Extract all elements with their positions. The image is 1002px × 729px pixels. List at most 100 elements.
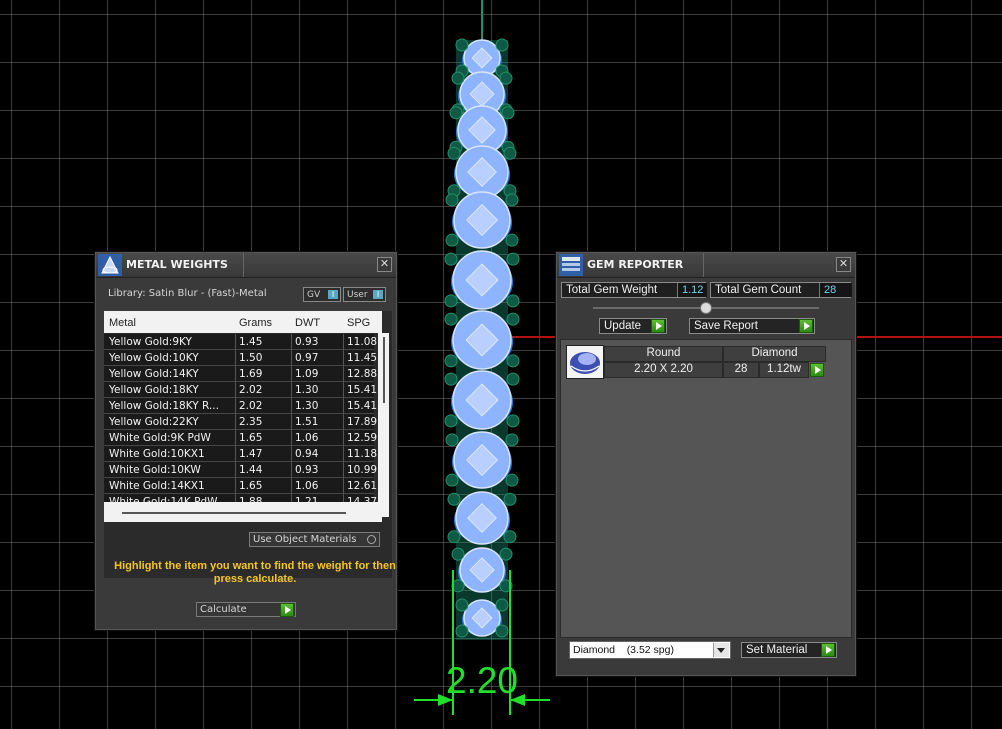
vertical-scrollbar[interactable] bbox=[378, 333, 389, 517]
table-row[interactable]: Yellow Gold:18KY R... 2.02 1.30 15.41 bbox=[104, 398, 377, 414]
cell-separator bbox=[343, 334, 344, 350]
cell-separator bbox=[291, 414, 292, 430]
prong bbox=[505, 433, 519, 447]
horizontal-scrollbar[interactable] bbox=[104, 502, 382, 522]
user-toggle-label: User bbox=[347, 290, 368, 300]
col-grams[interactable]: Grams bbox=[239, 317, 272, 329]
prong bbox=[506, 414, 520, 428]
prong bbox=[506, 294, 520, 308]
gem-reporter-icon bbox=[559, 254, 583, 276]
cell-dwt: 0.97 bbox=[295, 352, 319, 364]
panel-title: GEM REPORTER bbox=[587, 258, 684, 271]
prong bbox=[499, 547, 513, 561]
cell-spg: 11.45 bbox=[347, 352, 377, 364]
material-select-value: Diamond (3.52 spg) bbox=[573, 644, 674, 656]
col-spg[interactable]: SPG bbox=[347, 317, 370, 329]
metal-weights-titlebar[interactable]: METAL WEIGHTS bbox=[96, 253, 396, 278]
cell-separator bbox=[343, 446, 344, 462]
cell-spg: 11.08 bbox=[347, 336, 377, 348]
prong bbox=[503, 492, 517, 506]
cell-spg: 15.41 bbox=[347, 384, 377, 396]
cell-metal: Yellow Gold:14KY bbox=[109, 368, 199, 380]
splitter-handle-icon[interactable] bbox=[700, 302, 712, 314]
col-metal[interactable]: Metal bbox=[109, 317, 136, 329]
cell-grams: 2.02 bbox=[239, 400, 263, 412]
cell-separator bbox=[343, 414, 344, 430]
cell-separator bbox=[291, 382, 292, 398]
cell-dwt: 1.06 bbox=[295, 480, 319, 492]
cell-separator bbox=[343, 350, 344, 366]
set-material-button[interactable]: Set Material bbox=[741, 642, 837, 658]
gem-shape: Round bbox=[646, 347, 681, 359]
use-object-materials-label: Use Object Materials bbox=[253, 534, 357, 545]
prong bbox=[449, 106, 463, 120]
total-gem-count: Total Gem Count 28 bbox=[710, 282, 852, 298]
update-button[interactable]: Update bbox=[599, 318, 667, 334]
cell-separator bbox=[235, 334, 236, 350]
prong bbox=[501, 106, 515, 120]
cell-dwt: 1.09 bbox=[295, 368, 319, 380]
table-row[interactable]: Yellow Gold:10KY 1.50 0.97 11.45 bbox=[104, 350, 377, 366]
prong bbox=[499, 71, 513, 85]
gem-material: Diamond bbox=[751, 347, 798, 359]
user-toggle[interactable]: User I bbox=[343, 287, 386, 302]
play-arrow-icon bbox=[821, 643, 835, 657]
update-label: Update bbox=[604, 320, 642, 332]
cell-spg: 12.88 bbox=[347, 368, 377, 380]
cell-dwt: 1.30 bbox=[295, 400, 319, 412]
cell-spg: 15.41 bbox=[347, 400, 377, 412]
cell-separator bbox=[235, 398, 236, 414]
save-report-button[interactable]: Save Report bbox=[689, 318, 815, 334]
table-row[interactable]: Yellow Gold:14KY 1.69 1.09 12.88 bbox=[104, 366, 377, 382]
library-label: Library: Satin Blur - (Fast)-Metal bbox=[108, 288, 267, 299]
cell-metal: Yellow Gold:18KY R... bbox=[109, 400, 219, 412]
prong bbox=[451, 547, 465, 561]
table-row[interactable]: Yellow Gold:9KY 1.45 0.93 11.08 bbox=[104, 334, 377, 350]
table-row[interactable]: White Gold:14KX1 1.65 1.06 12.61 bbox=[104, 478, 377, 494]
gem-reporter-titlebar[interactable]: GEM REPORTER bbox=[557, 253, 855, 278]
dimension-label: 2.20 bbox=[446, 660, 519, 701]
prong bbox=[455, 38, 469, 52]
cell-grams: 2.35 bbox=[239, 416, 263, 428]
cell-metal: Yellow Gold:18KY bbox=[109, 384, 199, 396]
prong bbox=[445, 433, 459, 447]
total-gem-weight-value: 1.12 bbox=[677, 283, 708, 297]
gv-toggle[interactable]: GV I bbox=[303, 287, 341, 302]
cell-separator bbox=[291, 398, 292, 414]
horizontal-scroll-thumb[interactable] bbox=[122, 512, 346, 514]
cell-separator bbox=[343, 382, 344, 398]
prong bbox=[495, 38, 509, 52]
cell-spg: 12.59 bbox=[347, 432, 377, 444]
cell-spg: 11.18 bbox=[347, 448, 377, 460]
prong bbox=[505, 473, 519, 487]
gem-reporter-panel: GEM REPORTER Total Gem Weight 1.12 Total… bbox=[556, 252, 856, 676]
col-dwt[interactable]: DWT bbox=[295, 317, 320, 329]
chevron-down-icon[interactable] bbox=[713, 643, 729, 657]
table-row[interactable]: White Gold:10KW 1.44 0.93 10.99 bbox=[104, 462, 377, 478]
gem-list[interactable]: Round Diamond 2.20 X 2.20 28 1.12tw bbox=[560, 339, 852, 638]
gem-detail-arrow-icon[interactable] bbox=[810, 363, 824, 377]
table-row[interactable]: White Gold:9K PdW 1.65 1.06 12.59 bbox=[104, 430, 377, 446]
save-report-label: Save Report bbox=[694, 320, 758, 332]
close-button[interactable] bbox=[377, 257, 392, 272]
cell-separator bbox=[343, 430, 344, 446]
material-select[interactable]: Diamond (3.52 spg) bbox=[569, 641, 731, 659]
calculate-button[interactable]: Calculate bbox=[196, 602, 296, 617]
metal-table-header: Metal Grams DWT SPG bbox=[104, 311, 382, 333]
gv-toggle-indicator: I bbox=[328, 290, 338, 299]
prong bbox=[444, 312, 458, 326]
table-row[interactable]: Yellow Gold:22KY 2.35 1.51 17.89 bbox=[104, 414, 377, 430]
cell-grams: 1.45 bbox=[239, 336, 263, 348]
cell-separator bbox=[235, 430, 236, 446]
table-row[interactable]: Yellow Gold:18KY 2.02 1.30 15.41 bbox=[104, 382, 377, 398]
vertical-scroll-thumb[interactable] bbox=[383, 337, 385, 403]
close-button[interactable] bbox=[836, 257, 851, 272]
cell-metal: White Gold:9K PdW bbox=[109, 432, 211, 444]
cell-dwt: 1.30 bbox=[295, 384, 319, 396]
play-arrow-icon bbox=[799, 319, 813, 333]
cell-separator bbox=[235, 446, 236, 462]
prong bbox=[444, 414, 458, 428]
cell-separator bbox=[343, 366, 344, 382]
use-object-materials-toggle[interactable]: Use Object Materials bbox=[249, 532, 380, 547]
table-row[interactable]: White Gold:10KX1 1.47 0.94 11.18 bbox=[104, 446, 377, 462]
